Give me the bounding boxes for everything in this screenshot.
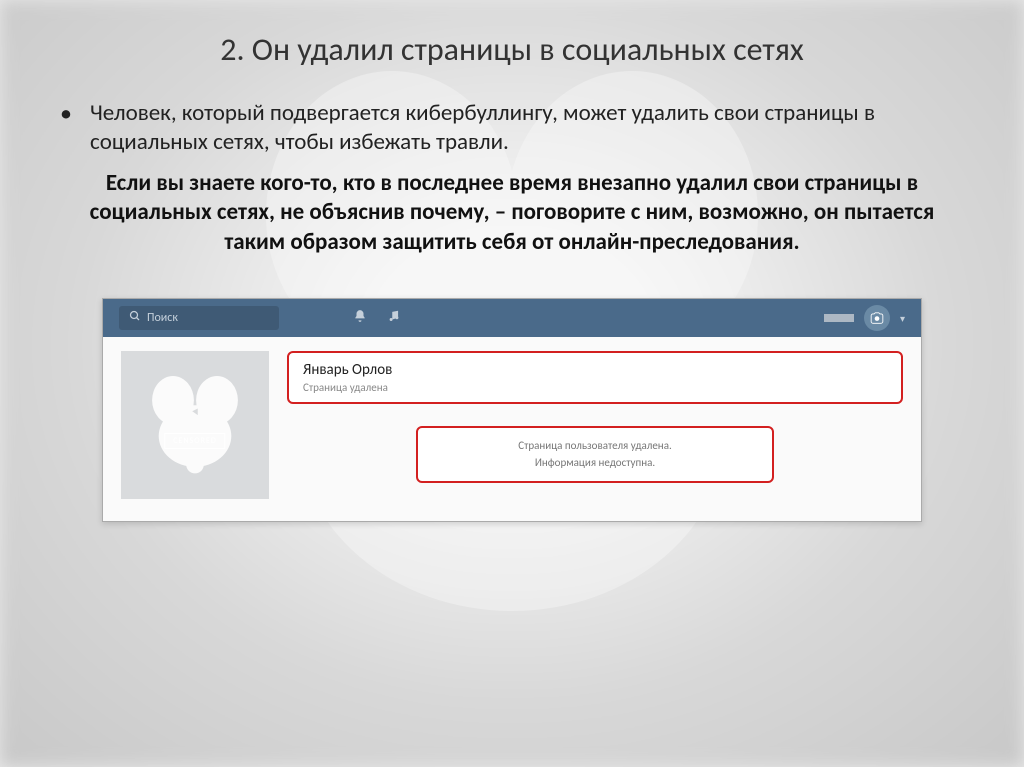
vk-deleted-line2: Информация недоступна. <box>432 455 757 472</box>
vk-username-strip <box>824 314 854 322</box>
vk-profile-name: Январь Орлов <box>303 361 887 379</box>
bold-paragraph: Если вы знаете кого-то, кто в последнее … <box>70 169 954 259</box>
vk-header-icons <box>353 309 401 328</box>
vk-avatar-small[interactable] <box>864 305 890 331</box>
chevron-down-icon[interactable]: ▾ <box>900 312 905 325</box>
search-icon <box>129 310 141 326</box>
vk-search-placeholder: Поиск <box>147 311 178 325</box>
vk-header-right: ▾ <box>824 305 905 331</box>
vk-body: CENSORED Январь Орлов Страница удалена С… <box>103 337 921 521</box>
music-icon[interactable] <box>387 309 401 328</box>
vk-profile-status: Страница удалена <box>303 381 887 394</box>
vk-name-box: Январь Орлов Страница удалена <box>287 351 903 404</box>
vk-header-bar: Поиск ▾ <box>103 299 921 337</box>
vk-profile-picture: CENSORED <box>121 351 269 499</box>
bell-icon[interactable] <box>353 309 367 328</box>
slide-title: 2. Он удалил страницы в социальных сетях <box>40 30 984 69</box>
bullet-paragraph: Человек, который подвергается кибербулли… <box>90 99 954 157</box>
vk-search-box[interactable]: Поиск <box>119 306 279 330</box>
censored-badge: CENSORED <box>164 433 225 449</box>
slide-content: 2. Он удалил страницы в социальных сетях… <box>0 0 1024 552</box>
vk-deleted-box: Страница пользователя удалена. Информаци… <box>416 426 773 483</box>
vk-deleted-line1: Страница пользователя удалена. <box>432 438 757 455</box>
vk-profile-right: Январь Орлов Страница удалена Страница п… <box>287 351 903 499</box>
vk-screenshot: Поиск ▾ <box>102 298 922 522</box>
